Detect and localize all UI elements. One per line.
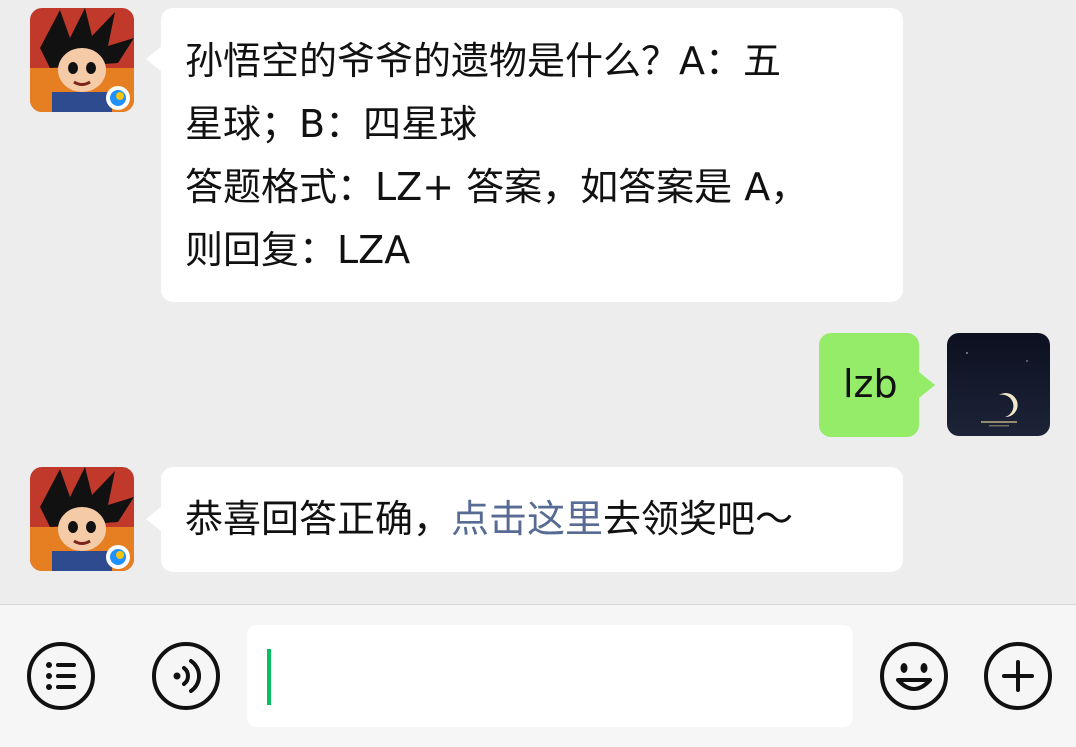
text-caret (267, 649, 271, 705)
emoji-icon[interactable] (878, 640, 950, 712)
message-line: 孙悟空的爷爷的遗物是什么？A：五 (185, 39, 781, 83)
message-text: lzb (843, 362, 898, 406)
message-text: 去领奖吧～ (603, 497, 794, 541)
message-text: 恭喜回答正确， (185, 497, 452, 541)
outgoing-message-bubble[interactable]: lzb (819, 333, 919, 437)
goku-game-avatar-icon[interactable] (30, 8, 134, 112)
message-line: 答题格式：LZ+ 答案，如答案是 A， (185, 165, 809, 209)
plus-icon[interactable] (982, 640, 1054, 712)
incoming-message-bubble[interactable]: 孙悟空的爷爷的遗物是什么？A：五 星球；B：四星球 答题格式：LZ+ 答案，如答… (161, 8, 903, 302)
moon-night-avatar-icon[interactable] (947, 333, 1050, 436)
message-line: 星球；B：四星球 (185, 102, 478, 146)
claim-reward-link[interactable]: 点击这里 (451, 497, 603, 541)
bubble-tail (919, 372, 935, 398)
bubble-tail (146, 506, 162, 532)
input-toolbar (0, 604, 1076, 747)
list-menu-icon[interactable] (25, 640, 97, 712)
goku-game-avatar-icon[interactable] (30, 467, 134, 571)
voice-icon[interactable] (150, 640, 222, 712)
message-line: 则回复：LZA (185, 228, 411, 272)
message-input[interactable] (247, 625, 853, 727)
chat-area[interactable]: 孙悟空的爷爷的遗物是什么？A：五 星球；B：四星球 答题格式：LZ+ 答案，如答… (0, 0, 1076, 604)
incoming-message-bubble[interactable]: 恭喜回答正确，点击这里去领奖吧～ (161, 467, 903, 572)
bubble-tail (146, 46, 162, 72)
message-line: 恭喜回答正确，点击这里去领奖吧～ (185, 488, 879, 551)
